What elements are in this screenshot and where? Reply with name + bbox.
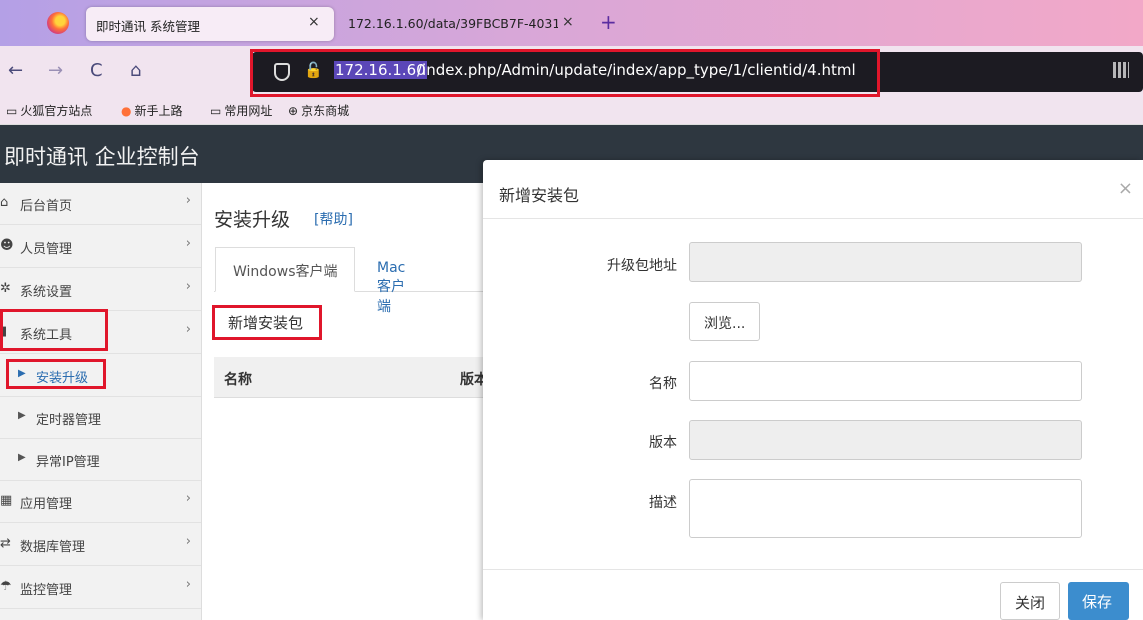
bookmarks-bar: ▭ 火狐官方站点 ● 新手上路 ▭ 常用网址 ⊕ 京东商城 [0,98,1143,125]
back-icon[interactable]: ← [8,60,23,81]
sidebar-item-settings[interactable]: ✲ 系统设置 › [0,269,201,311]
database-icon: ⇄ [0,536,11,551]
qr-code-icon[interactable] [1113,62,1129,78]
version-field[interactable] [689,420,1082,460]
save-button[interactable]: 保存 [1068,582,1129,620]
name-label: 名称 [649,376,677,392]
sidebar-item-users[interactable]: ☻ 人员管理 › [0,226,201,268]
app-title: 即时通讯 企业控制台 [4,145,200,169]
folder-icon: ▭ [210,104,222,118]
forward-icon[interactable]: → [48,60,63,81]
highlight-box-tools [0,309,108,351]
highlight-box-url [250,49,880,97]
triangle-right-icon: ▶ [18,452,26,463]
sidebar-item-home[interactable]: ⌂ 后台首页 › [0,183,201,225]
home-icon[interactable]: ⌂ [130,60,141,81]
version-label: 版本 [649,435,677,451]
package-url-field[interactable] [689,242,1082,282]
tab-title: 172.16.1.60/data/39FBCB7F-4031 [348,16,558,31]
browser-nav-bar: ← → C ⌂ 🔓 172.16.1.60 /index.php/Admin/u… [0,46,1143,98]
browser-tab-inactive[interactable]: 172.16.1.60/data/39FBCB7F-4031 × [340,7,592,41]
tab-close-icon[interactable]: × [308,14,320,30]
button-label: 浏览... [704,316,746,332]
sidebar-item-monitor[interactable]: ☂ 监控管理 › [0,567,201,609]
modal-divider [483,218,1143,219]
settings-icon: ✲ [0,281,11,296]
tab-label: Windows客户端 [233,264,338,280]
help-link[interactable]: [帮助] [314,209,353,229]
name-field[interactable] [689,361,1082,401]
highlight-box-install-upgrade [6,359,106,389]
tab-close-icon[interactable]: × [562,14,574,30]
browse-button[interactable]: 浏览... [689,302,760,341]
modal-title: 新增安装包 [499,186,580,205]
sidebar-item-apps[interactable]: ▦ 应用管理 › [0,481,201,523]
package-url-label: 升级包地址 [607,258,677,274]
chevron-right-icon: › [185,236,191,251]
sidebar-item-label: 后台首页 [20,199,73,214]
bookmark-item[interactable]: ● 新手上路 [121,102,183,119]
sidebar-subitem-label: 定时器管理 [36,413,102,428]
sidebar-item-label: 数据库管理 [20,540,86,555]
globe-icon: ⊕ [288,104,299,118]
bookmark-item[interactable]: ⊕ 京东商城 [288,102,349,119]
firefox-icon: ● [121,104,132,118]
home-icon: ⌂ [0,195,9,210]
column-header-name: 名称 [224,372,252,388]
chevron-right-icon: › [185,279,191,294]
umbrella-icon: ☂ [0,579,12,594]
sidebar-subitem-abnormal-ip[interactable]: ▶ 异常IP管理 [0,439,201,481]
modal-footer-divider [483,569,1143,570]
users-icon: ☻ [0,238,14,253]
close-icon[interactable]: × [1118,178,1133,199]
chevron-right-icon: › [185,193,191,208]
tab-title: 即时通讯 系统管理 [96,19,200,34]
triangle-right-icon: ▶ [18,410,26,421]
tab-label: Mac客户端 [377,260,406,315]
close-button[interactable]: 关闭 [1000,582,1060,620]
grid-icon: ▦ [0,493,13,508]
button-label: 关闭 [1015,594,1046,612]
tab-windows-client[interactable]: Windows客户端 [215,247,355,292]
browser-tab-active[interactable]: 即时通讯 系统管理 × [86,7,334,41]
sidebar-item-label: 监控管理 [20,583,73,598]
bookmark-item[interactable]: ▭ 常用网址 [210,102,272,119]
reload-icon[interactable]: C [90,60,103,81]
add-package-modal: 新增安装包 × 升级包地址 浏览... 名称 版本 描述 关闭 保存 [483,160,1143,620]
sidebar-item-label: 人员管理 [20,242,73,257]
sidebar-item-label: 系统设置 [20,285,73,300]
chevron-right-icon: › [185,322,191,337]
bookmark-item[interactable]: ▭ 火狐官方站点 [6,102,92,119]
page-title: 安装升级 [214,209,291,231]
new-tab-icon[interactable]: + [600,10,617,34]
firefox-logo-icon[interactable] [47,12,69,34]
chevron-right-icon: › [185,534,191,549]
sidebar-item-label: 应用管理 [20,497,73,512]
chevron-right-icon: › [185,491,191,506]
sidebar-subitem-label: 异常IP管理 [36,455,100,470]
description-textarea[interactable] [689,479,1082,538]
sidebar: ⌂ 后台首页 › ☻ 人员管理 › ✲ 系统设置 › ▮ 系统工具 › ▶ 安装… [0,183,202,620]
highlight-box-add-package [212,305,322,340]
button-label: 保存 [1082,593,1113,611]
chevron-right-icon: › [185,577,191,592]
browser-tab-bar: 即时通讯 系统管理 × 172.16.1.60/data/39FBCB7F-40… [0,0,1143,46]
folder-icon: ▭ [6,104,18,118]
sidebar-item-database[interactable]: ⇄ 数据库管理 › [0,524,201,566]
sidebar-subitem-timer[interactable]: ▶ 定时器管理 [0,397,201,439]
description-label: 描述 [649,495,677,511]
